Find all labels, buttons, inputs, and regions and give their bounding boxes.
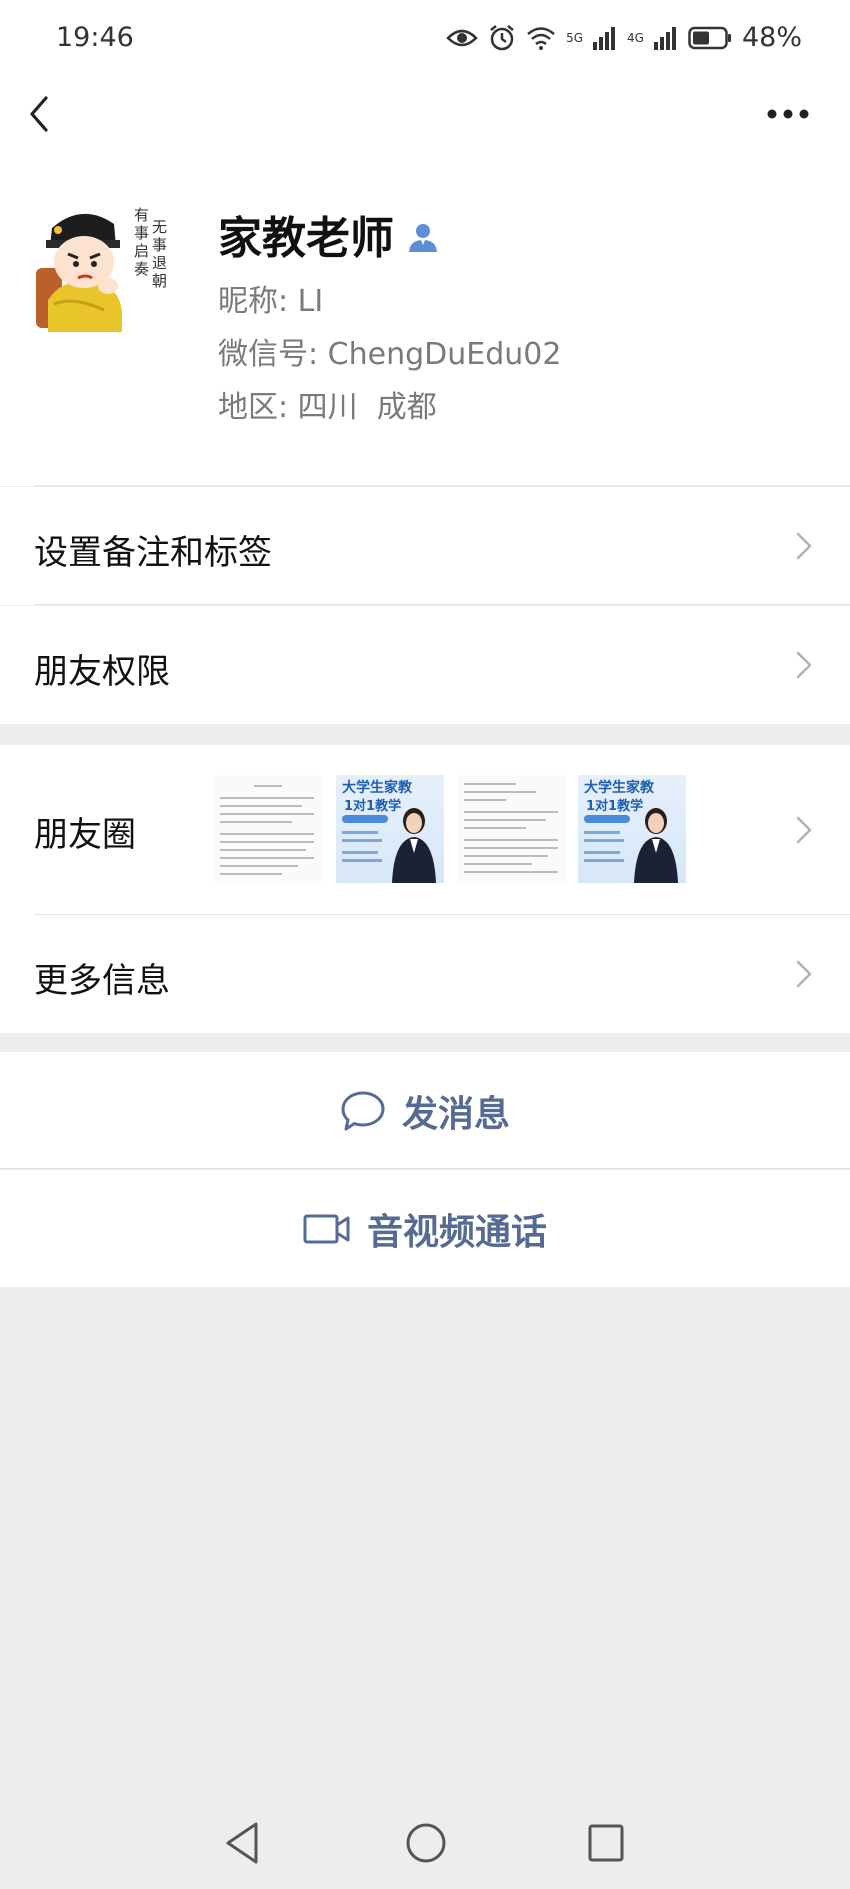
chat-bubble-icon	[341, 1091, 385, 1130]
moments-thumb-document[interactable]	[214, 775, 322, 883]
net-label-2: 4G	[627, 30, 644, 45]
contact-name: 家教老师	[218, 213, 394, 264]
wechat-id-value[interactable]: ChengDuEdu02	[328, 337, 562, 372]
moments-row[interactable]: 朋友圈 大学生家教 1对1教学 大学生家教 1对1教学	[0, 745, 850, 915]
svg-text:事: 事	[134, 224, 149, 242]
remark-tags-row[interactable]: 设置备注和标签	[0, 487, 850, 605]
video-call-button[interactable]: 音视频通话	[0, 1170, 850, 1287]
status-bar: 19:46 5G 4G 48%	[0, 0, 850, 80]
chevron-right-icon	[796, 960, 812, 988]
avatar-text-1: 有	[134, 206, 149, 224]
more-icon	[767, 109, 809, 119]
nav-back-icon[interactable]	[222, 1820, 262, 1866]
nickname-label: 昵称:	[218, 284, 289, 319]
moments-thumb-poster[interactable]: 大学生家教 1对1教学	[578, 775, 686, 883]
avatar[interactable]: 有 事 启 奏 无 事 退 朝	[34, 200, 172, 338]
region-label: 地区:	[218, 390, 289, 425]
video-call-icon	[303, 1214, 350, 1243]
divider	[0, 1168, 850, 1169]
nickname-value: LI	[297, 284, 324, 319]
svg-text:无: 无	[152, 218, 167, 236]
status-time: 19:46	[56, 22, 134, 53]
battery-icon	[688, 26, 731, 49]
poster-headline: 大学生家教	[342, 780, 412, 796]
alarm-icon	[490, 24, 514, 50]
verify-user-icon	[409, 224, 437, 252]
nav-home-icon[interactable]	[404, 1820, 448, 1866]
name-row: 家教老师	[218, 202, 440, 266]
eye-icon	[446, 29, 478, 46]
friend-permissions-label: 朋友权限	[34, 652, 170, 692]
chevron-right-icon	[796, 651, 812, 679]
svg-text:启: 启	[134, 242, 149, 260]
chevron-right-icon	[796, 532, 812, 560]
remark-tags-label: 设置备注和标签	[34, 533, 272, 573]
more-button[interactable]	[760, 96, 820, 156]
nickname-row: 昵称: LI	[218, 276, 323, 320]
wifi-icon	[527, 26, 555, 50]
divider	[34, 485, 850, 486]
friend-permissions-row[interactable]: 朋友权限	[0, 606, 850, 724]
divider	[34, 604, 850, 605]
signal-icon	[593, 26, 616, 50]
wechat-id-row[interactable]: 微信号: ChengDuEdu02	[218, 329, 561, 373]
avatar-image: 有 事 启 奏 无 事 退 朝	[34, 200, 172, 338]
poster-headline: 大学生家教	[584, 780, 654, 796]
nav-recent-icon[interactable]	[586, 1820, 626, 1866]
chevron-right-icon	[796, 816, 812, 844]
send-message-label: 发消息	[401, 1093, 510, 1135]
region-value: 四川 成都	[297, 390, 437, 425]
svg-text:退: 退	[152, 254, 167, 272]
more-info-row[interactable]: 更多信息	[0, 915, 850, 1033]
video-call-label: 音视频通话	[366, 1211, 547, 1253]
moments-thumb-document[interactable]	[458, 775, 566, 883]
back-button[interactable]	[26, 96, 86, 156]
status-icons: 5G 4G 48%	[446, 22, 802, 53]
svg-text:朝: 朝	[152, 272, 167, 290]
svg-text:奏: 奏	[134, 260, 149, 278]
region-row: 地区: 四川 成都	[218, 382, 437, 426]
battery-percent: 48%	[741, 22, 802, 53]
signal-icon-2	[653, 26, 676, 50]
more-info-label: 更多信息	[34, 961, 170, 1001]
net-label-1: 5G	[566, 30, 584, 45]
wechat-id-label: 微信号:	[218, 337, 319, 372]
back-icon	[30, 96, 48, 132]
send-message-button[interactable]: 发消息	[0, 1052, 850, 1169]
moments-label: 朋友圈	[34, 815, 136, 855]
top-nav	[0, 80, 850, 180]
svg-text:事: 事	[152, 236, 167, 254]
moments-thumb-poster[interactable]: 大学生家教 1对1教学	[336, 775, 444, 883]
profile-card: 有 事 启 奏 无 事 退 朝 家教老师 昵称: LI 微信号: ChengDu…	[0, 180, 850, 486]
